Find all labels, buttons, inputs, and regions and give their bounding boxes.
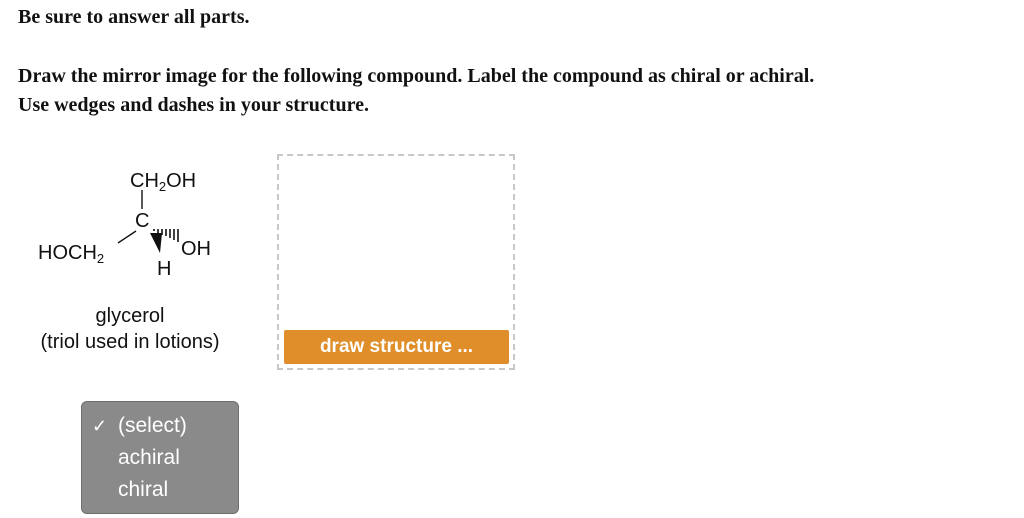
check-mark-icon: ✓	[92, 416, 108, 436]
question-text: Draw the mirror image for the following …	[18, 62, 1018, 120]
molecule-name: glycerol	[95, 305, 165, 327]
right-group-label: OH	[181, 238, 211, 260]
option-label: chiral	[118, 478, 169, 501]
option-label: (select)	[118, 414, 187, 437]
molecule-description: (triol used in lotions)	[40, 331, 220, 353]
question-line-1: Draw the mirror image for the following …	[18, 65, 815, 87]
option-label: achiral	[118, 446, 180, 469]
chirality-select[interactable]: ✓ (select) achiral chiral	[81, 401, 239, 514]
question-line-2: Use wedges and dashes in your structure.	[18, 94, 369, 116]
select-option-placeholder[interactable]: ✓ (select)	[82, 410, 238, 442]
draw-structure-button[interactable]: draw structure ...	[284, 330, 509, 364]
left-group-label: HOCH2	[38, 242, 105, 266]
glycerol-structure: CH2OH C HOCH2 OH H	[30, 165, 230, 280]
molecule-caption: glycerol (triol used in lotions)	[14, 303, 246, 355]
select-option-achiral[interactable]: achiral	[82, 442, 238, 474]
center-carbon-label: C	[135, 210, 150, 232]
bottom-group-label: H	[157, 258, 172, 280]
top-group-label: CH2OH	[130, 170, 197, 194]
instruction-text: Be sure to answer all parts.	[18, 6, 250, 28]
select-option-chiral[interactable]: chiral	[82, 474, 238, 506]
